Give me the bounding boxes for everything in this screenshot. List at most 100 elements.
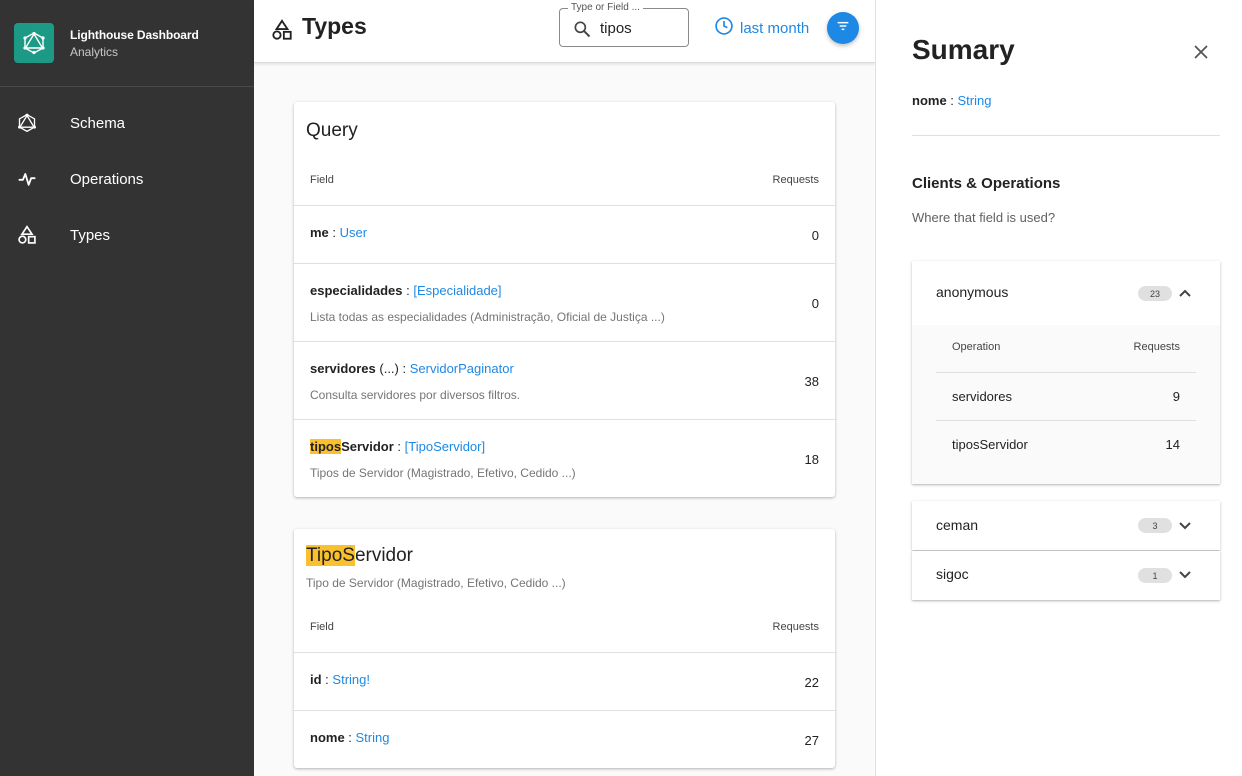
sidebar-item-types[interactable]: Types bbox=[0, 207, 254, 263]
column-header-field: Field bbox=[310, 174, 334, 186]
count-badge: 3 bbox=[1138, 518, 1172, 533]
shapes-icon bbox=[271, 19, 293, 41]
field-description: Lista todas as especialidades (Administr… bbox=[310, 310, 665, 324]
type-description: Tipo de Servidor (Magistrado, Efetivo, C… bbox=[306, 576, 566, 590]
accordion-header[interactable]: anonymous 23 bbox=[912, 261, 1220, 325]
column-header-operation: Operation bbox=[952, 341, 1001, 353]
field-name: nome bbox=[912, 93, 947, 108]
field-args: (...) bbox=[375, 361, 399, 376]
client-name: sigoc bbox=[936, 566, 969, 582]
request-count: 22 bbox=[804, 675, 819, 690]
section-title: Clients & Operations bbox=[912, 175, 1061, 192]
query-card: Query Field Requests me : User 0 especia… bbox=[294, 102, 835, 497]
card-title: ervidor bbox=[354, 545, 414, 566]
search-icon bbox=[572, 19, 592, 39]
field-type-link[interactable]: ServidorPaginator bbox=[410, 361, 514, 376]
field-type-link[interactable]: String bbox=[958, 93, 992, 108]
field-description: Tipos de Servidor (Magistrado, Efetivo, … bbox=[310, 466, 576, 480]
sidebar: Lighthouse Dashboard Analytics Schema Op… bbox=[0, 0, 254, 776]
search-value[interactable]: tipos bbox=[600, 20, 632, 37]
close-icon[interactable] bbox=[1191, 42, 1211, 62]
panel-title: Sumary bbox=[912, 34, 1015, 65]
column-header-requests: Requests bbox=[772, 621, 819, 633]
sidebar-item-label: Operations bbox=[70, 170, 144, 188]
field-name: me bbox=[310, 225, 329, 240]
top-bar: Types Type or Field ... tipos last month bbox=[254, 0, 875, 63]
field-description: Consulta servidores por diversos filtros… bbox=[310, 388, 521, 402]
page-title: Types bbox=[302, 13, 367, 39]
tipo-servidor-card: TipoServidor Tipo de Servidor (Magistrad… bbox=[294, 529, 835, 768]
table-row[interactable]: me : User 0 bbox=[294, 205, 835, 263]
search-highlight: tipos bbox=[310, 439, 342, 454]
column-header-requests: Requests bbox=[1133, 341, 1180, 353]
pulse-icon bbox=[16, 168, 38, 190]
search-input[interactable]: Type or Field ... tipos bbox=[559, 2, 689, 47]
sidebar-item-label: Schema bbox=[70, 114, 126, 132]
graphql-icon bbox=[16, 112, 38, 134]
field-name: especialidades bbox=[310, 283, 403, 298]
request-count: 0 bbox=[811, 228, 819, 243]
count-badge: 23 bbox=[1138, 286, 1172, 301]
accordion-header[interactable]: ceman 3 bbox=[912, 501, 1220, 550]
period-selector[interactable]: last month bbox=[714, 16, 809, 40]
field-type-link[interactable]: String bbox=[356, 730, 390, 745]
field-name: servidores bbox=[310, 361, 376, 376]
field-type-link[interactable]: [Especialidade] bbox=[413, 283, 501, 298]
brand-subtitle: Analytics bbox=[70, 44, 119, 59]
table-row[interactable]: tiposServidor : [TipoServidor] Tipos de … bbox=[294, 419, 835, 497]
request-count: 0 bbox=[811, 296, 819, 311]
field-name: id bbox=[310, 672, 322, 687]
chevron-down-icon bbox=[1178, 568, 1192, 582]
client-name: anonymous bbox=[936, 284, 1009, 300]
period-label: last month bbox=[740, 19, 810, 37]
filter-button[interactable] bbox=[827, 12, 859, 44]
chevron-up-icon bbox=[1178, 286, 1192, 300]
table-row[interactable]: servidores 9 bbox=[936, 372, 1196, 420]
field-type-link[interactable]: User bbox=[340, 225, 367, 240]
search-highlight: TipoS bbox=[306, 545, 355, 566]
operation-name: tiposServidor bbox=[952, 437, 1028, 452]
sidebar-nav: Schema Operations Types bbox=[0, 95, 254, 263]
request-count: 27 bbox=[804, 733, 819, 748]
card-title: Query bbox=[306, 120, 358, 141]
selected-field: nome : String bbox=[912, 93, 992, 108]
request-count: 18 bbox=[804, 452, 819, 467]
shapes-icon bbox=[16, 224, 38, 246]
accordion-header[interactable]: sigoc 1 bbox=[912, 551, 1220, 600]
divider bbox=[912, 135, 1220, 136]
section-subtitle: Where that field is used? bbox=[912, 210, 1056, 225]
request-count: 9 bbox=[1172, 389, 1180, 404]
field-type-link[interactable]: [TipoServidor] bbox=[405, 439, 485, 454]
client-accordion-sigoc[interactable]: sigoc 1 bbox=[912, 551, 1220, 600]
summary-panel: Sumary nome : String Clients & Operation… bbox=[875, 0, 1242, 776]
count-badge: 1 bbox=[1138, 568, 1172, 583]
field-name: Servidor bbox=[341, 439, 394, 454]
table-row[interactable]: especialidades : [Especialidade] Lista t… bbox=[294, 263, 835, 341]
table-row[interactable]: id : String! 22 bbox=[294, 652, 835, 710]
sidebar-item-label: Types bbox=[70, 226, 111, 244]
client-accordion-ceman[interactable]: ceman 3 bbox=[912, 501, 1220, 550]
sidebar-item-schema[interactable]: Schema bbox=[0, 95, 254, 151]
filter-icon bbox=[835, 18, 851, 39]
operation-name: servidores bbox=[952, 389, 1012, 404]
table-row[interactable]: nome : String 27 bbox=[294, 710, 835, 768]
chevron-down-icon bbox=[1178, 519, 1192, 533]
main-content: Query Field Requests me : User 0 especia… bbox=[254, 63, 875, 776]
column-header-requests: Requests bbox=[772, 174, 819, 186]
sidebar-item-operations[interactable]: Operations bbox=[0, 151, 254, 207]
accordion-body: Operation Requests servidores 9 tiposSer… bbox=[912, 325, 1220, 484]
field-name: nome bbox=[310, 730, 345, 745]
brand-title: Lighthouse Dashboard bbox=[70, 27, 199, 42]
column-header-field: Field bbox=[310, 621, 334, 633]
request-count: 14 bbox=[1165, 437, 1180, 452]
search-label: Type or Field ... bbox=[568, 2, 643, 13]
request-count: 38 bbox=[804, 374, 819, 389]
brand: Lighthouse Dashboard Analytics bbox=[0, 0, 254, 87]
client-accordion-anonymous: anonymous 23 Operation Requests servidor… bbox=[912, 261, 1220, 484]
field-type-link[interactable]: String! bbox=[332, 672, 370, 687]
client-name: ceman bbox=[936, 517, 979, 533]
graphql-logo-icon bbox=[14, 23, 54, 63]
clock-icon bbox=[714, 16, 734, 40]
table-row[interactable]: servidores (...) : ServidorPaginator Con… bbox=[294, 341, 835, 419]
table-row[interactable]: tiposServidor 14 bbox=[936, 420, 1196, 468]
